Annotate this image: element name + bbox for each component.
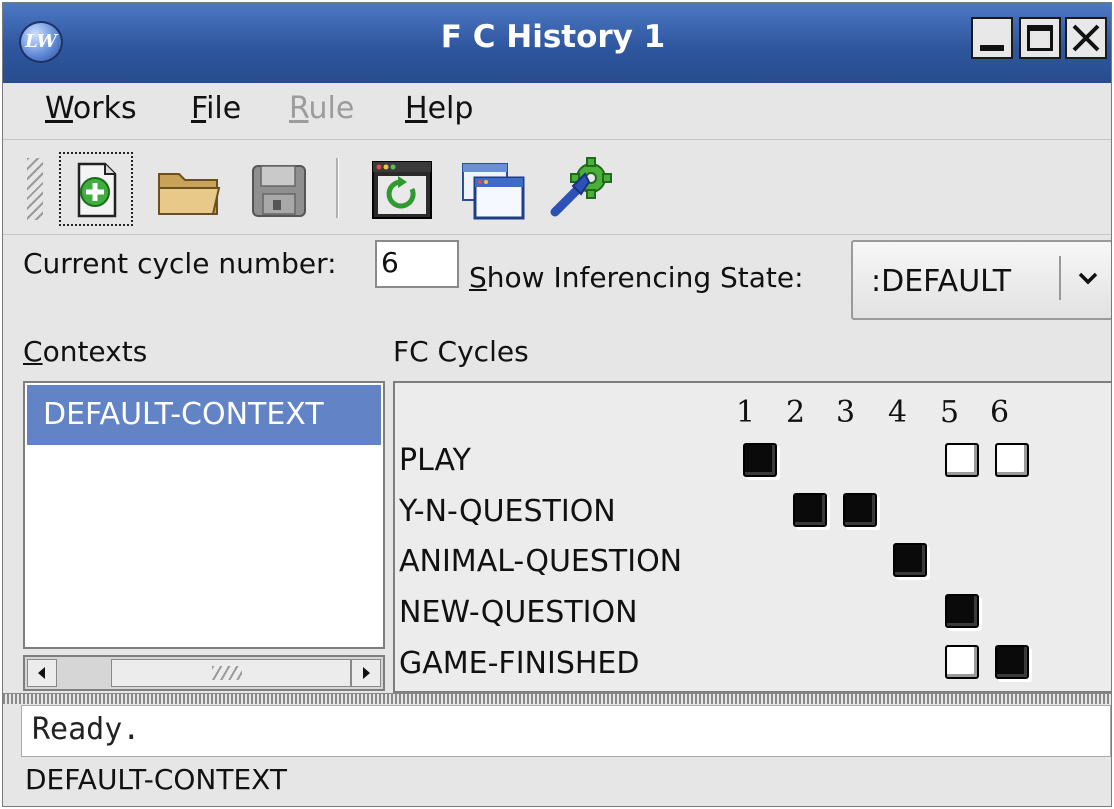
menu-rule-label: ule [308, 91, 355, 126]
tools-gear-icon [550, 157, 612, 217]
refresh-window-icon [372, 161, 432, 219]
app-logo-icon[interactable]: LW [19, 21, 63, 63]
fired-cell-marker[interactable] [893, 543, 927, 577]
inferencing-state-value: :DEFAULT [871, 264, 1012, 299]
rule-row-label[interactable]: ANIMAL-QUESTION [399, 544, 682, 579]
pending-cell-marker[interactable] [995, 443, 1029, 477]
toolbar [3, 140, 1111, 235]
scroll-left-button[interactable] [27, 659, 57, 687]
fired-cell-marker[interactable] [743, 443, 777, 477]
cycle-number-header: 5 [940, 395, 960, 430]
arrow-right-icon [363, 667, 370, 679]
toolbar-grip-handle[interactable] [27, 158, 43, 220]
inferencing-state-label: Show Inferencing State: [469, 261, 804, 294]
cycle-number-header: 2 [786, 395, 806, 430]
menu-works[interactable]: Works [45, 91, 137, 126]
pending-cell-marker[interactable] [945, 443, 979, 477]
rule-row-label[interactable]: Y-N-QUESTION [399, 494, 616, 529]
list-item[interactable]: DEFAULT-CONTEXT [27, 385, 381, 445]
minimize-button[interactable] [971, 17, 1013, 59]
cycle-number-header: 6 [990, 395, 1010, 430]
contexts-label-text: ontexts [42, 335, 148, 368]
open-button[interactable] [153, 152, 227, 226]
save-button[interactable] [243, 152, 317, 226]
cycle-number-header: 3 [836, 395, 856, 430]
status-message: Ready. [21, 705, 1111, 757]
windows-button[interactable] [455, 152, 529, 226]
fired-cell-marker[interactable] [793, 493, 827, 527]
fired-cell-marker[interactable] [843, 493, 877, 527]
fired-cell-marker[interactable] [995, 645, 1029, 679]
refresh-button[interactable] [365, 152, 439, 226]
open-folder-icon [158, 173, 221, 215]
cycle-number-input[interactable]: 6 [375, 240, 459, 288]
chevron-down-icon[interactable] [1077, 270, 1099, 286]
menu-file[interactable]: File [191, 91, 241, 126]
scroll-right-button[interactable] [351, 659, 381, 687]
window-title: F C History 1 [440, 19, 666, 55]
windows-icon [462, 163, 525, 220]
save-disk-icon [252, 165, 306, 217]
menu-file-mnemonic: F [191, 91, 207, 126]
menu-works-label: orks [72, 91, 137, 126]
new-icon [77, 162, 117, 218]
new-button[interactable] [59, 152, 133, 226]
cycle-number-label: Current cycle number: [23, 247, 337, 280]
fc-cycles-label: FC Cycles [393, 335, 529, 368]
menu-help-label: elp [427, 91, 474, 126]
menu-bar: Works File Rule Help [3, 83, 1111, 140]
tools-button[interactable] [545, 152, 619, 226]
contexts-list[interactable]: DEFAULT-CONTEXT [23, 381, 385, 649]
toolbar-separator [336, 158, 339, 218]
rule-row-label[interactable]: GAME-FINISHED [399, 646, 639, 681]
contexts-horizontal-scrollbar[interactable] [23, 655, 385, 691]
rule-row-label[interactable]: NEW-QUESTION [399, 595, 638, 630]
cycle-number-header: 1 [736, 395, 756, 430]
arrow-left-icon [38, 667, 45, 679]
title-bar[interactable]: LW F C History 1 [3, 3, 1111, 83]
close-icon [1072, 24, 1100, 52]
menu-rule-mnemonic: R [289, 91, 309, 126]
maximize-button[interactable] [1019, 17, 1061, 59]
menu-help-mnemonic: H [405, 91, 428, 126]
pane-divider[interactable] [3, 693, 1111, 704]
menu-works-mnemonic: W [45, 91, 73, 126]
contexts-label-mnemonic: C [23, 335, 43, 368]
inferencing-state-mnemonic: S [469, 261, 487, 294]
fired-cell-marker[interactable] [945, 594, 979, 628]
inferencing-state-select[interactable]: :DEFAULT [851, 240, 1111, 320]
close-button[interactable] [1065, 17, 1107, 59]
rule-row-label[interactable]: PLAY [399, 443, 471, 478]
menu-help[interactable]: Help [405, 91, 473, 126]
menu-rule[interactable]: Rule [289, 91, 354, 126]
combo-separator [1059, 256, 1061, 300]
inferencing-state-label-text: how Inferencing State: [486, 261, 804, 294]
app-window: LW F C History 1 Works File Rule Help Cu… [2, 2, 1112, 807]
pending-cell-marker[interactable] [945, 645, 979, 679]
cycle-number-header: 4 [888, 395, 908, 430]
menu-file-label: ile [206, 91, 242, 126]
status-context: DEFAULT-CONTEXT [25, 763, 287, 796]
scrollbar-thumb[interactable] [111, 659, 351, 687]
contexts-label: Contexts [23, 335, 147, 368]
